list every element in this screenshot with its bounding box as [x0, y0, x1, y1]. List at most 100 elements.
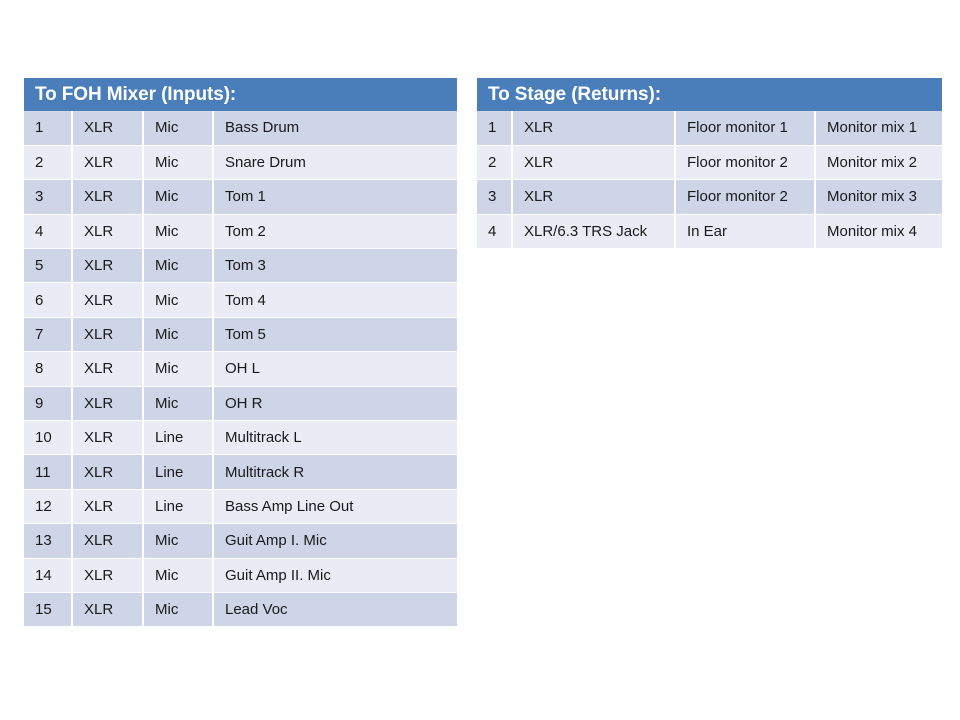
- source-name: Tom 5: [213, 317, 457, 353]
- connector-type: XLR: [72, 592, 144, 628]
- table-row[interactable]: 10 XLR Line Multitrack L: [24, 420, 457, 456]
- return-number: 1: [477, 111, 513, 146]
- channel-number: 10: [24, 420, 73, 456]
- table-row[interactable]: 14 XLR Mic Guit Amp II. Mic: [24, 558, 457, 593]
- source-name: OH L: [213, 351, 457, 387]
- connector-type: XLR: [72, 489, 144, 525]
- table-row[interactable]: 4 XLR/6.3 TRS Jack In Ear Monitor mix 4: [477, 214, 942, 250]
- foh-mixer-table: 1 XLR Mic Bass Drum 2 XLR Mic Snare Drum…: [24, 111, 457, 628]
- signal-type: Line: [143, 489, 214, 525]
- channel-number: 2: [24, 145, 73, 181]
- signal-type: Mic: [143, 523, 214, 559]
- signal-type: Mic: [143, 248, 214, 284]
- connector-type: XLR: [72, 179, 144, 215]
- connector-type: XLR: [72, 386, 144, 422]
- table-row[interactable]: 1 XLR Mic Bass Drum: [24, 111, 457, 146]
- connector-type: XLR/6.3 TRS Jack: [512, 214, 676, 250]
- table-row[interactable]: 3 XLR Mic Tom 1: [24, 179, 457, 215]
- channel-number: 1: [24, 111, 73, 146]
- stage-returns-table-body: 1 XLR Floor monitor 1 Monitor mix 1 2 XL…: [477, 111, 942, 250]
- table-row[interactable]: 7 XLR Mic Tom 5: [24, 317, 457, 353]
- destination-name: In Ear: [675, 214, 816, 250]
- table-row[interactable]: 6 XLR Mic Tom 4: [24, 282, 457, 318]
- stage-returns-table-title: To Stage (Returns):: [477, 78, 942, 111]
- channel-number: 6: [24, 282, 73, 318]
- source-name: Guit Amp I. Mic: [213, 523, 457, 559]
- destination-name: Floor monitor 2: [675, 145, 816, 181]
- signal-type: Mic: [143, 592, 214, 628]
- table-row[interactable]: 8 XLR Mic OH L: [24, 351, 457, 387]
- source-name: Lead Voc: [213, 592, 457, 628]
- source-name: Bass Drum: [213, 111, 457, 146]
- signal-type: Mic: [143, 179, 214, 215]
- connector-type: XLR: [512, 145, 676, 181]
- foh-mixer-table-block: To FOH Mixer (Inputs): 1 XLR Mic Bass Dr…: [24, 78, 457, 628]
- connector-type: XLR: [72, 214, 144, 250]
- source-name: Tom 2: [213, 214, 457, 250]
- connector-type: XLR: [72, 145, 144, 181]
- signal-type: Mic: [143, 317, 214, 353]
- signal-type: Mic: [143, 386, 214, 422]
- monitor-mix-name: Monitor mix 2: [815, 145, 942, 181]
- table-row[interactable]: 11 XLR Line Multitrack R: [24, 454, 457, 490]
- stage-returns-table: 1 XLR Floor monitor 1 Monitor mix 1 2 XL…: [477, 111, 942, 250]
- return-number: 2: [477, 145, 513, 181]
- source-name: Multitrack R: [213, 454, 457, 490]
- signal-type: Mic: [143, 214, 214, 250]
- source-name: OH R: [213, 386, 457, 422]
- signal-type: Line: [143, 454, 214, 490]
- channel-number: 7: [24, 317, 73, 353]
- connector-type: XLR: [512, 179, 676, 215]
- table-row[interactable]: 3 XLR Floor monitor 2 Monitor mix 3: [477, 179, 942, 215]
- connector-type: XLR: [72, 558, 144, 593]
- monitor-mix-name: Monitor mix 3: [815, 179, 942, 215]
- return-number: 3: [477, 179, 513, 215]
- connector-type: XLR: [72, 454, 144, 490]
- destination-name: Floor monitor 1: [675, 111, 816, 146]
- table-row[interactable]: 1 XLR Floor monitor 1 Monitor mix 1: [477, 111, 942, 146]
- channel-number: 13: [24, 523, 73, 559]
- channel-number: 12: [24, 489, 73, 525]
- connector-type: XLR: [72, 523, 144, 559]
- destination-name: Floor monitor 2: [675, 179, 816, 215]
- source-name: Multitrack L: [213, 420, 457, 456]
- channel-number: 14: [24, 558, 73, 593]
- channel-number: 8: [24, 351, 73, 387]
- table-row[interactable]: 2 XLR Mic Snare Drum: [24, 145, 457, 181]
- table-row[interactable]: 5 XLR Mic Tom 3: [24, 248, 457, 284]
- stage-returns-table-block: To Stage (Returns): 1 XLR Floor monitor …: [477, 78, 942, 250]
- monitor-mix-name: Monitor mix 4: [815, 214, 942, 250]
- table-row[interactable]: 12 XLR Line Bass Amp Line Out: [24, 489, 457, 525]
- connector-type: XLR: [72, 317, 144, 353]
- channel-number: 3: [24, 179, 73, 215]
- foh-mixer-table-title: To FOH Mixer (Inputs):: [24, 78, 457, 111]
- foh-mixer-table-body: 1 XLR Mic Bass Drum 2 XLR Mic Snare Drum…: [24, 111, 457, 628]
- source-name: Bass Amp Line Out: [213, 489, 457, 525]
- slide-canvas: To FOH Mixer (Inputs): 1 XLR Mic Bass Dr…: [0, 0, 960, 720]
- table-row[interactable]: 2 XLR Floor monitor 2 Monitor mix 2: [477, 145, 942, 181]
- signal-type: Mic: [143, 111, 214, 146]
- signal-type: Mic: [143, 282, 214, 318]
- table-row[interactable]: 13 XLR Mic Guit Amp I. Mic: [24, 523, 457, 559]
- signal-type: Mic: [143, 558, 214, 593]
- return-number: 4: [477, 214, 513, 250]
- source-name: Guit Amp II. Mic: [213, 558, 457, 593]
- connector-type: XLR: [72, 351, 144, 387]
- connector-type: XLR: [72, 420, 144, 456]
- channel-number: 4: [24, 214, 73, 250]
- table-row[interactable]: 15 XLR Mic Lead Voc: [24, 592, 457, 628]
- channel-number: 11: [24, 454, 73, 490]
- monitor-mix-name: Monitor mix 1: [815, 111, 942, 146]
- channel-number: 15: [24, 592, 73, 628]
- source-name: Tom 4: [213, 282, 457, 318]
- source-name: Tom 1: [213, 179, 457, 215]
- signal-type: Mic: [143, 145, 214, 181]
- channel-number: 9: [24, 386, 73, 422]
- table-row[interactable]: 9 XLR Mic OH R: [24, 386, 457, 422]
- connector-type: XLR: [72, 248, 144, 284]
- signal-type: Line: [143, 420, 214, 456]
- table-row[interactable]: 4 XLR Mic Tom 2: [24, 214, 457, 250]
- connector-type: XLR: [72, 282, 144, 318]
- signal-type: Mic: [143, 351, 214, 387]
- source-name: Snare Drum: [213, 145, 457, 181]
